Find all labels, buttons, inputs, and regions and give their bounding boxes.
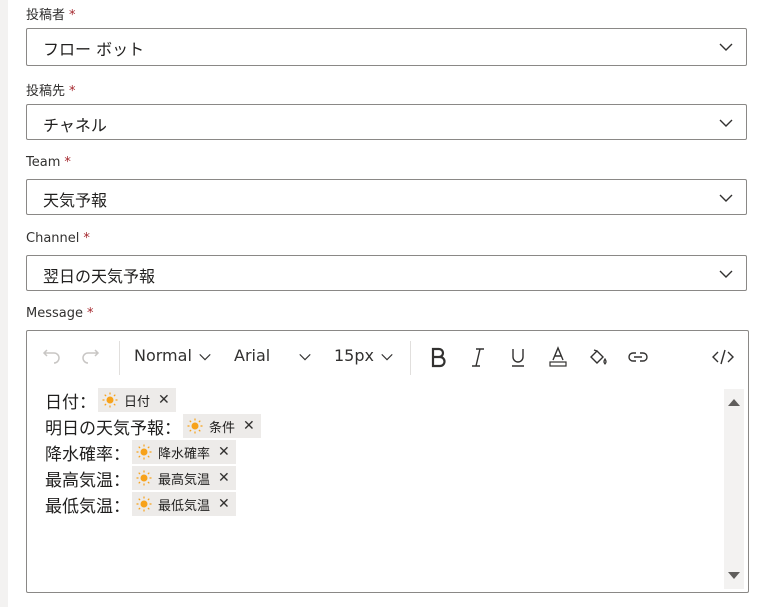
font-size-dropdown[interactable]: 15px — [334, 346, 394, 365]
sun-icon — [136, 496, 152, 512]
poster-select[interactable]: フロー ボット — [26, 28, 747, 66]
italic-icon[interactable] — [467, 346, 489, 368]
required-marker: * — [83, 231, 90, 246]
remove-icon[interactable]: ✕ — [218, 496, 230, 512]
channel-label-text: Channel — [26, 231, 80, 246]
code-view-icon[interactable] — [712, 346, 734, 368]
chevron-down-icon — [719, 43, 733, 51]
remove-icon[interactable]: ✕ — [218, 444, 230, 460]
line-text: 降水確率： — [45, 444, 130, 465]
token-label: 降水確率 — [158, 446, 211, 462]
poster-label-text: 投稿者 — [26, 8, 66, 23]
message-line: 日付： 日付 ✕ — [45, 387, 261, 413]
bold-icon[interactable] — [427, 346, 449, 368]
post-in-label: 投稿先 * — [26, 80, 76, 99]
required-marker: * — [86, 306, 94, 321]
remove-icon[interactable]: ✕ — [158, 392, 170, 408]
poster-value: フロー ボット — [43, 40, 145, 59]
line-text: 最高気温： — [45, 470, 130, 491]
toolbar-separator — [410, 341, 411, 375]
token-label: 最高気温 — [158, 472, 211, 488]
chevron-down-icon — [299, 353, 311, 360]
team-select[interactable]: 天気予報 — [26, 179, 747, 215]
underline-icon[interactable] — [507, 346, 529, 368]
sun-icon — [102, 392, 118, 408]
scroll-up-icon[interactable] — [727, 397, 741, 407]
font-family-value: Arial — [234, 346, 271, 365]
message-line: 降水確率： 降水確率 ✕ — [45, 439, 261, 465]
scroll-down-icon[interactable] — [727, 571, 741, 581]
token-label: 条件 — [209, 420, 236, 436]
channel-select[interactable]: 翌日の天気予報 — [26, 255, 747, 291]
chevron-down-icon — [719, 194, 733, 202]
message-label-text: Message — [26, 306, 83, 321]
chevron-down-icon — [199, 353, 211, 360]
redo-icon[interactable] — [79, 346, 101, 368]
font-family-dropdown[interactable]: Arial — [234, 346, 312, 365]
team-label-text: Team — [26, 155, 61, 170]
editor-content[interactable]: 日付： 日付 ✕ 明日の天気予報： 条件 ✕ 降水確率： 降水確率 ✕ 最高気温： 最高気温 ✕… — [45, 387, 261, 517]
token-label: 日付 — [124, 394, 151, 410]
dynamic-token[interactable]: 日付 ✕ — [98, 388, 176, 412]
team-label: Team * — [26, 155, 71, 170]
sun-icon — [136, 444, 152, 460]
font-color-icon[interactable] — [547, 346, 569, 368]
post-in-value: チャネル — [43, 116, 107, 135]
sun-icon — [136, 470, 152, 486]
message-line: 最高気温： 最高気温 ✕ — [45, 465, 261, 491]
remove-icon[interactable]: ✕ — [243, 418, 255, 434]
poster-label: 投稿者 * — [26, 4, 76, 23]
line-text: 明日の天気予報： — [45, 418, 181, 439]
dynamic-token[interactable]: 条件 ✕ — [183, 414, 261, 438]
toolbar-separator — [119, 341, 120, 375]
dynamic-token[interactable]: 降水確率 ✕ — [132, 440, 236, 464]
message-line: 明日の天気予報： 条件 ✕ — [45, 413, 261, 439]
token-label: 最低気温 — [158, 498, 211, 514]
message-label: Message * — [26, 306, 93, 321]
editor-scrollbar[interactable] — [724, 389, 744, 589]
required-marker: * — [64, 155, 71, 170]
paragraph-style-dropdown[interactable]: Normal — [134, 346, 212, 365]
link-icon[interactable] — [627, 346, 649, 368]
sun-icon — [187, 418, 203, 434]
post-in-select[interactable]: チャネル — [26, 104, 747, 140]
dynamic-token[interactable]: 最低気温 ✕ — [132, 492, 236, 516]
post-in-label-text: 投稿先 — [26, 84, 66, 99]
undo-icon[interactable] — [41, 346, 63, 368]
chevron-down-icon — [719, 270, 733, 278]
channel-value: 翌日の天気予報 — [43, 267, 156, 286]
team-value: 天気予報 — [43, 191, 108, 210]
chevron-down-icon — [719, 119, 733, 127]
highlight-icon[interactable] — [587, 346, 609, 368]
message-line: 最低気温： 最低気温 ✕ — [45, 491, 261, 517]
line-text: 日付： — [45, 392, 96, 413]
font-size-value: 15px — [334, 346, 374, 365]
channel-label: Channel * — [26, 231, 90, 246]
required-marker: * — [69, 8, 76, 23]
message-editor[interactable]: Normal Arial 15px 日付： 日付 ✕ 明日の天気予報： 条件 ✕ 降水確… — [26, 330, 749, 593]
remove-icon[interactable]: ✕ — [218, 470, 230, 486]
paragraph-style-value: Normal — [134, 346, 192, 365]
required-marker: * — [69, 84, 76, 99]
editor-toolbar: Normal Arial 15px — [27, 331, 748, 383]
dynamic-token[interactable]: 最高気温 ✕ — [132, 466, 236, 490]
chevron-down-icon — [381, 353, 393, 360]
line-text: 最低気温： — [45, 496, 130, 517]
